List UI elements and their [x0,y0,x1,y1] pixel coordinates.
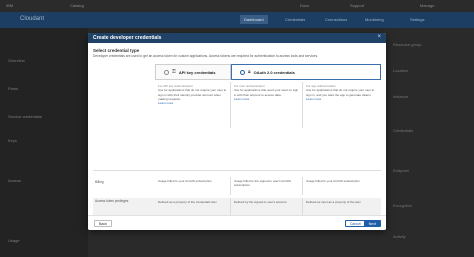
grid-cell: For user authentication Use for applicat… [231,82,303,128]
cell-text: Use for applications that do not require… [158,88,227,101]
dialog-header: Create developer credentials × [88,33,386,43]
option-oauth[interactable]: 🔒︎ OAuth 2.0 credentials [231,64,381,80]
grid-cell: Defined as a property of the credentials… [155,198,231,216]
app-brand: Cloudant [20,16,45,22]
nav-tab[interactable]: Connections [325,17,347,22]
back-button[interactable]: Back [94,220,112,227]
nav-tab[interactable]: Monitoring [365,17,384,22]
row-label-billing: Billing [95,180,104,184]
top-bar: IBM Catalog Docs Support Manage [0,0,474,12]
section-title: Select credential type [93,48,140,53]
sidebar: Overview Plans Service credentials Keys … [0,28,88,257]
cell-text: Usage billed to your ArcGIS subscription [158,179,212,183]
close-icon[interactable]: × [377,34,381,40]
option-oauth-label: OAuth 2.0 credentials [253,69,295,75]
topbar-item[interactable]: Manage [420,3,434,8]
next-button[interactable]: Next [363,220,381,227]
create-credentials-dialog: Create developer credentials × Select cr… [88,33,386,230]
page-item: Activity [393,234,406,239]
learn-more-link[interactable]: Learn more [306,97,378,101]
sidebar-item[interactable]: Access [8,178,21,183]
page-item: Instance [393,94,409,99]
nav-tab[interactable]: Dashboard [240,15,268,24]
sidebar-item[interactable]: Plans [8,86,18,91]
grid-cell: For app authentication Use for applicati… [303,82,381,128]
cancel-button[interactable]: Cancel [344,220,366,227]
sidebar-item[interactable]: Keys [8,138,17,143]
grid-cell: For API key authentication Use for appli… [155,82,231,128]
dialog-footer: Back Cancel Next [88,215,386,230]
grid-cell: Defined as input as a property of the it… [303,198,381,216]
app-nav-bar: Cloudant Dashboard Credentials Connectio… [0,12,474,28]
sidebar-item[interactable]: Usage [8,238,20,243]
row-label-privileges: Access token privileges [95,199,129,203]
learn-more-link[interactable]: Learn more [234,97,299,101]
cell-text: Defined as a property of the credentials… [158,200,217,204]
cell-text: Usage billed to the signed-in user's Arc… [234,179,291,188]
page-item: Credentials [393,128,414,133]
dialog-title: Create developer credentials [93,35,162,41]
grid-cell: Usage billed to the signed-in user's Arc… [231,177,303,195]
page-item: Endpoint [393,168,409,173]
learn-more-link[interactable]: Learn more [158,101,227,105]
key-icon: ⚿ [172,69,176,75]
nav-tab[interactable]: Settings [410,17,424,22]
grid-cell: Defined by the signed-in user's account [231,198,303,216]
cell-text: Use for applications that do not require… [306,88,375,97]
radio-api-key[interactable] [164,69,169,75]
option-api-key[interactable]: ⚿ API key credentials [155,64,231,80]
topbar-item[interactable]: IBM [6,3,13,8]
cell-text: Usage billed to your ArcGIS subscription [306,179,360,183]
topbar-item[interactable]: Docs [300,3,309,8]
sidebar-item[interactable]: Service credentials [8,114,42,119]
cell-text: Use for applications that need your user… [234,88,299,97]
option-api-key-label: API key credentials [178,69,216,75]
credential-type-grid: ⚿ API key credentials 🔒︎ OAuth 2.0 crede… [93,64,381,230]
topbar-item[interactable]: Support [350,3,364,8]
radio-oauth[interactable] [240,69,245,75]
sidebar-item[interactable]: Overview [8,58,25,63]
page-item: Encryption [393,203,412,208]
topbar-item[interactable]: Catalog [70,3,84,8]
page-item: Location [393,68,409,73]
cell-text: Defined as input as a property of the it… [306,200,361,204]
grid-cell: Usage billed to your ArcGIS subscription [155,177,231,195]
grid-cell: Usage billed to your ArcGIS subscription [303,177,381,195]
cell-text: Defined by the signed-in user's account [234,200,287,204]
page-item: Resource group [393,42,422,47]
lock-icon: 🔒︎ [248,69,251,75]
section-description: Developer credentials are used to get an… [93,54,319,58]
nav-tab[interactable]: Credentials [285,17,305,22]
row-divider [93,170,381,171]
